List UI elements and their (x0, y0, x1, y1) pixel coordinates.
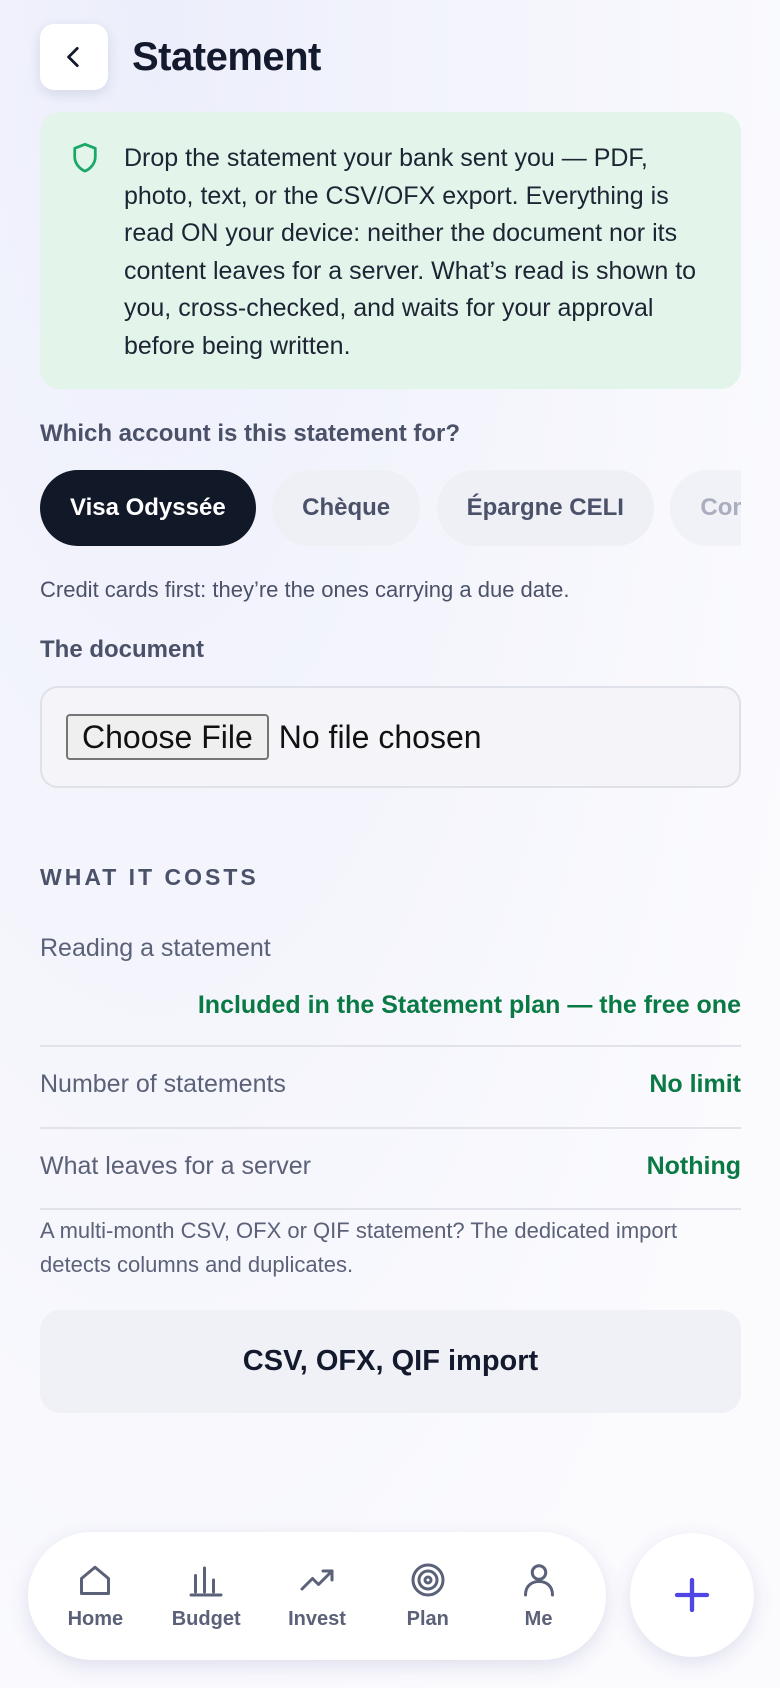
home-icon (80, 1565, 111, 1595)
cost-row-server: What leaves for a server Nothing (40, 1152, 741, 1181)
target-icon (411, 1563, 445, 1596)
nav-label: Invest (288, 1607, 346, 1630)
cost-label: Reading a statement (40, 934, 271, 962)
account-chip-cheque[interactable]: Chèque (272, 470, 421, 546)
nav-label: Plan (406, 1607, 449, 1630)
bottom-nav: Home Budget Invest Plan Me (28, 1532, 606, 1660)
account-chip-visa-odyssee[interactable]: Visa Odyssée (40, 470, 256, 546)
account-question: Which account is this statement for? (40, 420, 461, 447)
divider (40, 1208, 741, 1210)
add-button[interactable] (630, 1533, 754, 1657)
choose-file-button[interactable]: Choose File (66, 714, 269, 760)
user-icon (523, 1563, 554, 1596)
cost-row-reading: Reading a statement Included in the Stat… (40, 934, 741, 1020)
import-note: A multi-month CSV, OFX or QIF statement?… (40, 1218, 678, 1277)
privacy-notice: Drop the statement your bank sent you — … (40, 112, 741, 389)
back-button[interactable] (40, 24, 108, 90)
costs-title: WHAT IT COSTS (40, 864, 259, 890)
cost-row-number: Number of statements No limit (40, 1070, 741, 1099)
nav-item-invest[interactable]: Invest (267, 1562, 367, 1631)
chevron-left-icon (67, 46, 79, 68)
document-file-input[interactable]: Choose File No file chosen (40, 686, 741, 788)
plus-icon (674, 1577, 710, 1613)
nav-label: Me (524, 1607, 553, 1630)
cost-label: Number of statements (40, 1070, 286, 1098)
nav-item-home[interactable]: Home (45, 1562, 145, 1631)
nav-item-budget[interactable]: Budget (156, 1562, 256, 1631)
nav-item-plan[interactable]: Plan (378, 1562, 478, 1631)
shield-icon (73, 142, 97, 173)
import-button[interactable]: CSV, OFX, QIF import (40, 1310, 741, 1413)
divider (40, 1045, 741, 1047)
cost-value: Included in the Statement plan — the fre… (197, 991, 741, 1019)
privacy-notice-text: Drop the statement your bank sent you — … (124, 144, 697, 360)
cost-value: No limit (649, 1070, 741, 1098)
account-chip-compte-us[interactable]: Compte US (670, 470, 741, 546)
account-hint: Credit cards first: they’re the ones car… (40, 577, 570, 602)
nav-item-me[interactable]: Me (489, 1562, 589, 1631)
cost-value: Nothing (646, 1152, 741, 1180)
header: Statement (40, 24, 321, 90)
trending-up-icon (300, 1569, 334, 1590)
nav-label: Home (67, 1607, 124, 1630)
file-status: No file chosen (278, 718, 482, 755)
account-chips: Visa Odyssée Chèque Épargne CELI Compte … (40, 470, 741, 546)
page-title: Statement (132, 34, 321, 79)
cost-label: What leaves for a server (40, 1152, 311, 1180)
divider (40, 1127, 741, 1129)
nav-label: Budget (171, 1607, 241, 1630)
account-chip-epargne-celi[interactable]: Épargne CELI (436, 470, 654, 546)
document-label: The document (40, 636, 205, 663)
bar-chart-icon (189, 1566, 223, 1596)
